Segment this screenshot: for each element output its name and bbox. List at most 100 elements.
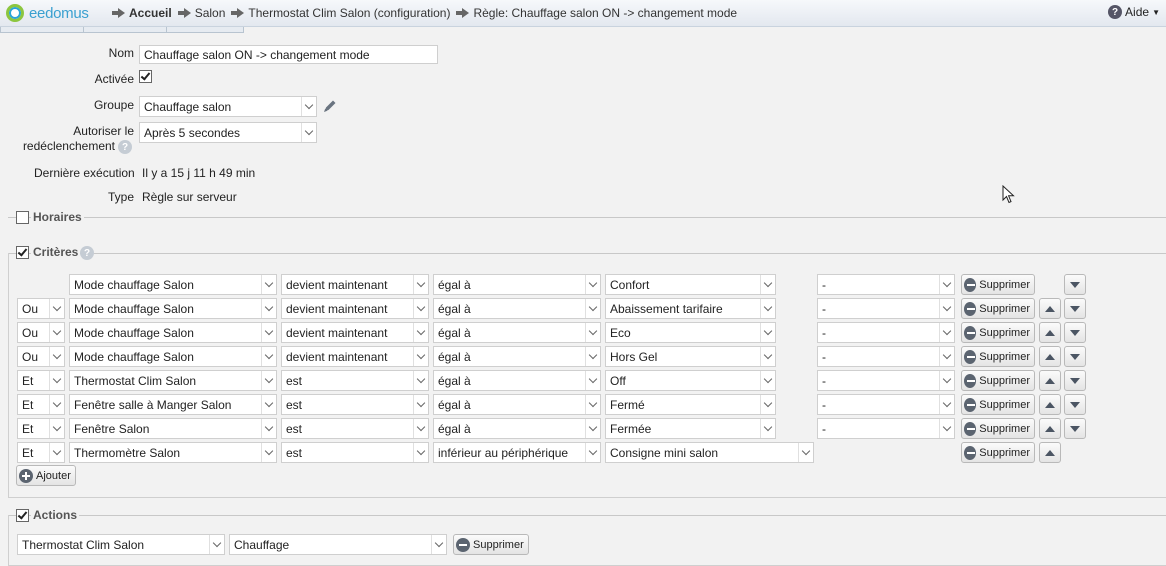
criteria-device-select[interactable]: Mode chauffage Salon <box>69 298 277 319</box>
help-menu[interactable]: ? Aide ▼ <box>1108 5 1160 19</box>
action-value-select[interactable]: Chauffage <box>229 534 447 555</box>
criteria-extra-select-value: - <box>822 278 826 292</box>
breadcrumb-item-salon[interactable]: Salon <box>177 6 225 20</box>
criteria-value-select[interactable]: Confort <box>605 274 776 295</box>
action-supprimer-button[interactable]: Supprimer <box>453 534 529 555</box>
move-down-button[interactable] <box>1064 298 1086 319</box>
criteria-operator-select[interactable]: Et <box>17 370 65 391</box>
criteria-comparator-select-value: égal à <box>438 422 471 436</box>
criteres-checkbox[interactable] <box>16 246 29 259</box>
criteria-supprimer-button[interactable]: Supprimer <box>961 394 1035 415</box>
criteria-value-select[interactable]: Fermée <box>605 418 776 439</box>
autoriser-select[interactable]: Après 5 secondes <box>139 122 317 143</box>
edit-pencil-icon[interactable] <box>322 98 338 114</box>
criteria-supprimer-button[interactable]: Supprimer <box>961 298 1035 319</box>
minus-icon <box>964 301 977 316</box>
criteria-extra-select[interactable]: - <box>817 346 955 367</box>
criteria-supprimer-button[interactable]: Supprimer <box>961 322 1035 343</box>
eedomus-logo[interactable]: eedomus <box>6 3 89 23</box>
supprimer-label: Supprimer <box>979 398 1030 411</box>
move-up-button[interactable] <box>1039 394 1061 415</box>
criteria-operator-select[interactable]: Et <box>17 418 65 439</box>
chevron-down-icon <box>261 395 276 414</box>
criteria-comparator-select[interactable]: égal à <box>433 418 601 439</box>
criteria-condition-select[interactable]: est <box>281 442 429 463</box>
tab-1[interactable] <box>0 27 84 33</box>
criteria-extra-select[interactable]: - <box>817 298 955 319</box>
chevron-down-icon <box>261 299 276 318</box>
nom-input[interactable]: Chauffage salon ON -> changement mode <box>139 45 438 64</box>
criteria-device-select[interactable]: Thermomètre Salon <box>69 442 277 463</box>
criteria-supprimer-button[interactable]: Supprimer <box>961 442 1035 463</box>
criteria-device-select[interactable]: Fenêtre salle à Manger Salon <box>69 394 277 415</box>
tab-3[interactable] <box>166 27 244 33</box>
breadcrumb-item-accueil[interactable]: Accueil <box>112 6 172 20</box>
breadcrumb-item-regle: Règle: Chauffage salon ON -> changement … <box>456 6 737 20</box>
criteria-condition-select[interactable]: est <box>281 394 429 415</box>
criteria-operator-select[interactable]: Ou <box>17 346 65 367</box>
criteria-value-select[interactable]: Off <box>605 370 776 391</box>
move-down-button[interactable] <box>1064 418 1086 439</box>
criteria-value-select[interactable]: Hors Gel <box>605 346 776 367</box>
criteria-extra-select[interactable]: - <box>817 370 955 391</box>
criteria-value-select[interactable]: Eco <box>605 322 776 343</box>
criteria-operator-select[interactable]: Et <box>17 394 65 415</box>
criteria-extra-select[interactable]: - <box>817 394 955 415</box>
criteria-condition-select[interactable]: devient maintenant <box>281 274 429 295</box>
move-down-button[interactable] <box>1064 346 1086 367</box>
criteria-condition-select[interactable]: devient maintenant <box>281 322 429 343</box>
criteria-supprimer-button[interactable]: Supprimer <box>961 370 1035 391</box>
criteria-device-select[interactable]: Mode chauffage Salon <box>69 274 277 295</box>
groupe-select[interactable]: Chauffage salon <box>139 96 317 117</box>
move-up-button[interactable] <box>1039 298 1061 319</box>
criteria-device-select[interactable]: Thermostat Clim Salon <box>69 370 277 391</box>
breadcrumb: Accueil Salon Thermostat Clim Salon (con… <box>112 0 749 26</box>
criteria-supprimer-button[interactable]: Supprimer <box>961 418 1035 439</box>
criteria-comparator-select[interactable]: égal à <box>433 370 601 391</box>
criteria-comparator-select[interactable]: égal à <box>433 394 601 415</box>
action-device-select[interactable]: Thermostat Clim Salon <box>17 534 225 555</box>
criteria-supprimer-button[interactable]: Supprimer <box>961 274 1035 295</box>
criteria-extra-select[interactable]: - <box>817 274 955 295</box>
ajouter-button[interactable]: Ajouter <box>16 465 76 486</box>
actions-checkbox[interactable] <box>16 509 29 522</box>
move-down-button[interactable] <box>1064 274 1086 295</box>
horaires-checkbox[interactable] <box>16 211 29 224</box>
criteria-device-select[interactable]: Mode chauffage Salon <box>69 346 277 367</box>
move-down-button[interactable] <box>1064 322 1086 343</box>
criteria-value-select[interactable]: Fermé <box>605 394 776 415</box>
criteria-condition-select[interactable]: devient maintenant <box>281 298 429 319</box>
criteria-device-select[interactable]: Mode chauffage Salon <box>69 322 277 343</box>
move-up-button[interactable] <box>1039 442 1061 463</box>
tab-2[interactable] <box>83 27 167 33</box>
move-up-button[interactable] <box>1039 370 1061 391</box>
help-question-icon[interactable]: ? <box>118 140 132 154</box>
criteria-extra-select[interactable]: - <box>817 418 955 439</box>
criteria-comparator-select[interactable]: égal à <box>433 346 601 367</box>
criteria-supprimer-button[interactable]: Supprimer <box>961 346 1035 367</box>
criteria-condition-select[interactable]: est <box>281 370 429 391</box>
criteria-value-select[interactable]: Consigne mini salon <box>605 442 814 463</box>
criteria-extra-select[interactable]: - <box>817 322 955 343</box>
criteria-comparator-select[interactable]: inférieur au périphérique <box>433 442 601 463</box>
criteria-operator-select[interactable]: Et <box>17 442 65 463</box>
breadcrumb-item-thermostat[interactable]: Thermostat Clim Salon (configuration) <box>231 6 450 20</box>
criteria-condition-select[interactable]: est <box>281 418 429 439</box>
criteria-value-select-value: Consigne mini salon <box>610 446 719 460</box>
criteria-comparator-select[interactable]: égal à <box>433 274 601 295</box>
criteria-extra-select-value: - <box>822 350 826 364</box>
criteria-comparator-select[interactable]: égal à <box>433 298 601 319</box>
move-down-button[interactable] <box>1064 394 1086 415</box>
criteria-operator-select[interactable]: Ou <box>17 322 65 343</box>
move-up-button[interactable] <box>1039 322 1061 343</box>
help-question-icon[interactable]: ? <box>80 246 94 260</box>
activee-checkbox[interactable] <box>139 70 152 83</box>
criteria-operator-select[interactable]: Ou <box>17 298 65 319</box>
move-up-button[interactable] <box>1039 418 1061 439</box>
criteria-comparator-select[interactable]: égal à <box>433 322 601 343</box>
criteria-value-select[interactable]: Abaissement tarifaire <box>605 298 776 319</box>
move-down-button[interactable] <box>1064 370 1086 391</box>
criteria-device-select[interactable]: Fenêtre Salon <box>69 418 277 439</box>
criteria-condition-select[interactable]: devient maintenant <box>281 346 429 367</box>
move-up-button[interactable] <box>1039 346 1061 367</box>
